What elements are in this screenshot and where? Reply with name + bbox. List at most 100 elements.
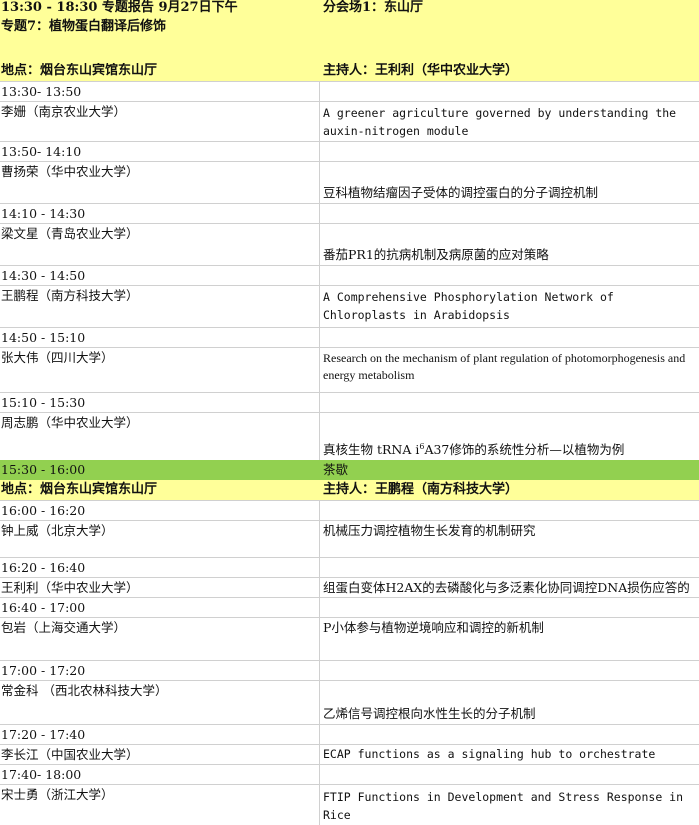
title-cell: 番茄PR1的抗病机制及病原菌的应对策略 xyxy=(320,224,699,265)
session1-host-cell: 主持人：王利利（华中农业大学） xyxy=(320,63,699,81)
time-cell: 13:30- 13:50 xyxy=(0,82,320,101)
empty-cell xyxy=(320,266,699,285)
empty-cell xyxy=(320,328,699,347)
session1-info-row: 地点：烟台东山宾馆东山厅 主持人：王利利（华中农业大学） xyxy=(0,63,699,82)
title-cell: 豆科植物结瘤因子受体的调控蛋白的分子调控机制 xyxy=(320,162,699,203)
empty-cell xyxy=(320,501,699,520)
session-time-title: 13:30 - 18:30 专题报告 9月27日下午 xyxy=(1,0,238,15)
talk-row: 曹扬荣（华中农业大学） 豆科植物结瘤因子受体的调控蛋白的分子调控机制 xyxy=(0,162,699,204)
talk-row: 常金科 （西北农林科技大学） 乙烯信号调控根向水性生长的分子机制 xyxy=(0,681,699,725)
session2-info-row: 地点：烟台东山宾馆东山厅 主持人：王鹏程（南方科技大学） xyxy=(0,480,699,501)
speaker-cell: 王鹏程（南方科技大学） xyxy=(0,286,320,327)
talk-title: ECAP functions as a signaling hub to orc… xyxy=(323,747,656,761)
venue-title: 分会场1：东山厅 xyxy=(323,0,424,15)
talk-speaker: 梁文星（青岛农业大学） xyxy=(1,226,139,241)
talk-time-row: 17:00 - 17:20 xyxy=(0,661,699,681)
talk-speaker: 李姗（南京农业大学） xyxy=(1,104,127,119)
talk-time: 14:10 - 14:30 xyxy=(1,206,86,221)
talk-title: A Comprehensive Phosphorylation Network … xyxy=(323,290,614,322)
break-label-cell: 茶歇 xyxy=(320,460,699,480)
talk-time: 16:20 - 16:40 xyxy=(1,560,86,575)
talk-time-row: 14:50 - 15:10 xyxy=(0,328,699,348)
talk-time-row: 16:20 - 16:40 xyxy=(0,558,699,578)
time-cell: 16:40 - 17:00 xyxy=(0,598,320,617)
time-cell: 17:20 - 17:40 xyxy=(0,725,320,744)
talk-time: 13:30- 13:50 xyxy=(1,84,82,99)
time-cell: 13:50- 14:10 xyxy=(0,142,320,161)
talk-row: 李姗（南京农业大学） A greener agriculture governe… xyxy=(0,102,699,142)
talk-speaker: 王鹏程（南方科技大学） xyxy=(1,288,139,303)
title-cell: 真核生物 tRNA i6A37修饰的系统性分析—以植物为例 xyxy=(320,413,699,460)
talk-time: 15:10 - 15:30 xyxy=(1,395,86,410)
talk-time: 16:00 - 16:20 xyxy=(1,503,86,518)
break-row: 15:30 - 16:00 茶歇 xyxy=(0,460,699,480)
talk-speaker: 张大伟（四川大学） xyxy=(1,350,114,365)
talk-title: A greener agriculture governed by unders… xyxy=(323,106,677,138)
talk-row: 钟上威（北京大学） 机械压力调控植物生长发育的机制研究 xyxy=(0,521,699,558)
speaker-cell: 周志鹏（华中农业大学） xyxy=(0,413,320,460)
talk-row: 王利利（华中农业大学） 组蛋白变体H2AX的去磷酸化与多泛素化协同调控DNA损伤… xyxy=(0,578,699,598)
session2-host-cell: 主持人：王鹏程（南方科技大学） xyxy=(320,480,699,500)
speaker-cell: 常金科 （西北农林科技大学） xyxy=(0,681,320,724)
header-left-cell: 13:30 - 18:30 专题报告 9月27日下午 专题7：植物蛋白翻译后修饰 xyxy=(0,0,320,63)
time-cell: 15:10 - 15:30 xyxy=(0,393,320,412)
talk-title: 豆科植物结瘤因子受体的调控蛋白的分子调控机制 xyxy=(323,185,599,200)
talk-time-row: 15:10 - 15:30 xyxy=(0,393,699,413)
talk-time: 17:00 - 17:20 xyxy=(1,663,86,678)
empty-cell xyxy=(320,725,699,744)
title-cell: Research on the mechanism of plant regul… xyxy=(320,348,699,392)
talk-time-row: 13:50- 14:10 xyxy=(0,142,699,162)
empty-cell xyxy=(320,765,699,784)
talk-speaker: 包岩（上海交通大学） xyxy=(1,620,127,635)
talk-time: 13:50- 14:10 xyxy=(1,144,82,159)
talk-speaker: 钟上威（北京大学） xyxy=(1,523,114,538)
empty-cell xyxy=(320,204,699,223)
talk-time: 17:20 - 17:40 xyxy=(1,727,86,742)
talk-time: 14:50 - 15:10 xyxy=(1,330,86,345)
empty-cell xyxy=(320,82,699,101)
speaker-cell: 张大伟（四川大学） xyxy=(0,348,320,392)
talk-title: 组蛋白变体H2AX的去磷酸化与多泛素化协同调控DNA损伤应答的 xyxy=(323,580,690,595)
title-cell: ECAP functions as a signaling hub to orc… xyxy=(320,745,699,764)
session1-location: 地点：烟台东山宾馆东山厅 xyxy=(1,63,158,78)
talk-title-part: 真核生物 tRNA i xyxy=(323,442,420,457)
talk-title: 乙烯信号调控根向水性生长的分子机制 xyxy=(323,706,536,721)
talk-time-row: 17:40- 18:00 xyxy=(0,765,699,785)
talk-speaker: 常金科 （西北农林科技大学） xyxy=(1,683,168,698)
title-cell: 乙烯信号调控根向水性生长的分子机制 xyxy=(320,681,699,724)
speaker-cell: 包岩（上海交通大学） xyxy=(0,618,320,660)
talk-title: 机械压力调控植物生长发育的机制研究 xyxy=(323,523,536,538)
talk-row: 宋士勇（浙江大学） FTIP Functions in Development … xyxy=(0,785,699,825)
talk-time: 14:30 - 14:50 xyxy=(1,268,86,283)
speaker-cell: 李长江（中国农业大学） xyxy=(0,745,320,764)
title-cell: 机械压力调控植物生长发育的机制研究 xyxy=(320,521,699,557)
speaker-cell: 钟上威（北京大学） xyxy=(0,521,320,557)
break-label: 茶歇 xyxy=(323,462,349,477)
talk-speaker: 王利利（华中农业大学） xyxy=(1,580,139,595)
time-cell: 16:00 - 16:20 xyxy=(0,501,320,520)
empty-cell xyxy=(320,393,699,412)
talk-time-row: 16:40 - 17:00 xyxy=(0,598,699,618)
schedule-sheet: 13:30 - 18:30 专题报告 9月27日下午 专题7：植物蛋白翻译后修饰… xyxy=(0,0,699,825)
speaker-cell: 王利利（华中农业大学） xyxy=(0,578,320,597)
empty-cell xyxy=(320,558,699,577)
empty-cell xyxy=(320,142,699,161)
talk-title: FTIP Functions in Development and Stress… xyxy=(323,790,684,822)
talk-title: P小体参与植物逆境响应和调控的新机制 xyxy=(323,620,544,635)
session1-location-cell: 地点：烟台东山宾馆东山厅 xyxy=(0,63,320,81)
header-block: 13:30 - 18:30 专题报告 9月27日下午 专题7：植物蛋白翻译后修饰… xyxy=(0,0,699,63)
talk-title: Research on the mechanism of plant regul… xyxy=(323,351,686,382)
talk-time-row: 16:00 - 16:20 xyxy=(0,501,699,521)
break-time-cell: 15:30 - 16:00 xyxy=(0,460,320,480)
talk-time-row: 13:30- 13:50 xyxy=(0,82,699,102)
speaker-cell: 梁文星（青岛农业大学） xyxy=(0,224,320,265)
talk-speaker: 曹扬荣（华中农业大学） xyxy=(1,164,139,179)
session2-host: 主持人：王鹏程（南方科技大学） xyxy=(323,482,519,497)
time-cell: 14:30 - 14:50 xyxy=(0,266,320,285)
session1-host: 主持人：王利利（华中农业大学） xyxy=(323,63,519,78)
time-cell: 16:20 - 16:40 xyxy=(0,558,320,577)
title-cell: A greener agriculture governed by unders… xyxy=(320,102,699,141)
title-cell: A Comprehensive Phosphorylation Network … xyxy=(320,286,699,327)
talk-title: 番茄PR1的抗病机制及病原菌的应对策略 xyxy=(323,247,549,262)
topic-title: 专题7：植物蛋白翻译后修饰 xyxy=(1,19,167,34)
